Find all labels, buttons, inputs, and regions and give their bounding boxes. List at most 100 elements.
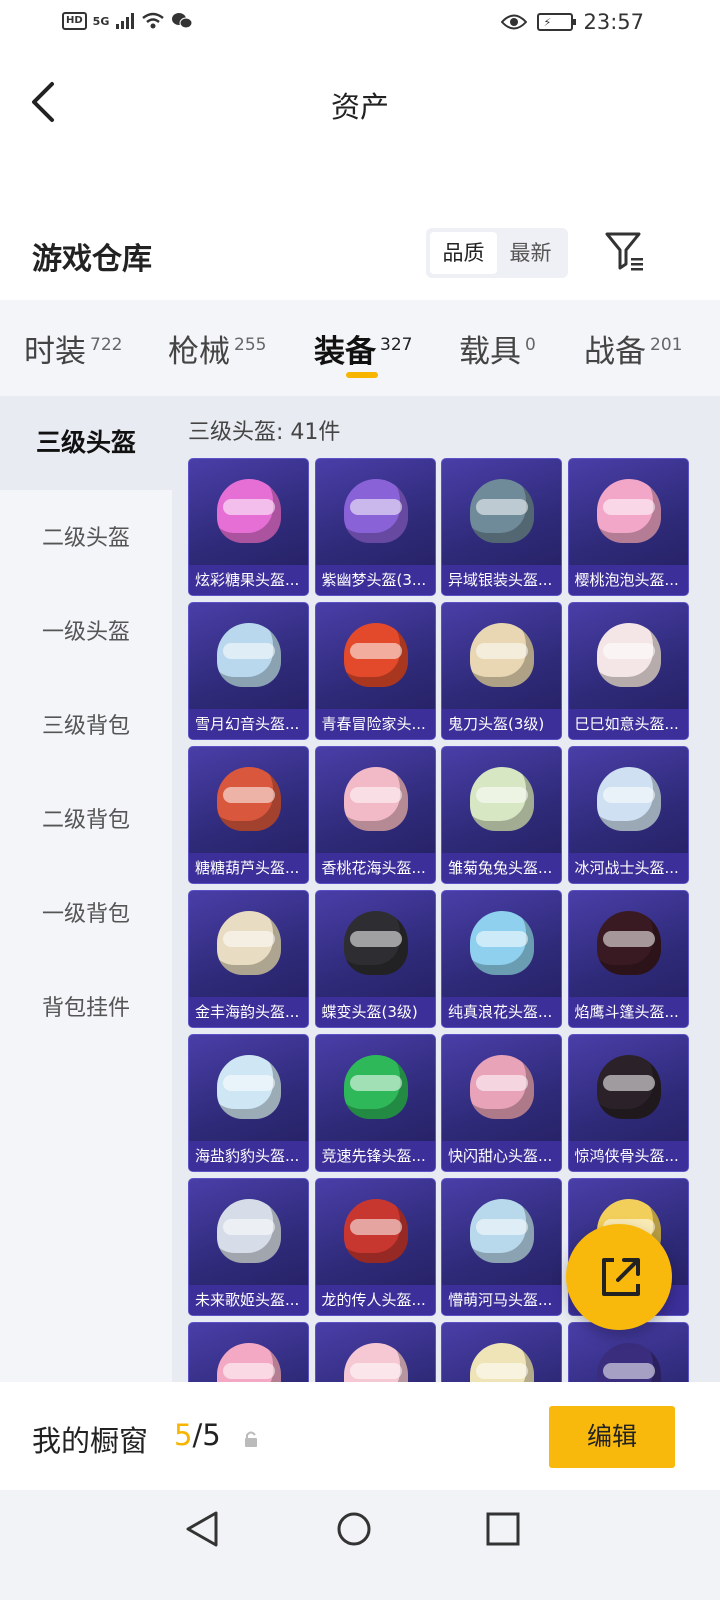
item-name: 巳巳如意头盔... <box>568 709 688 739</box>
sidebar-item-level1-helmet[interactable]: 一级头盔 <box>0 586 172 680</box>
item-name: 青春冒险家头... <box>315 709 435 739</box>
showcase-count-current: 5 <box>174 1418 193 1452</box>
status-left: HD 5G <box>62 12 193 30</box>
item-card[interactable]: 海盐豹豹头盔... <box>188 1034 309 1172</box>
hd-icon: HD <box>62 12 87 30</box>
item-card[interactable] <box>314 1322 436 1382</box>
item-card[interactable]: 蝶变头盔(3级) <box>314 890 436 1028</box>
item-card[interactable]: 巳巳如意头盔... <box>567 602 689 740</box>
item-name: 懵萌河马头盔... <box>442 1285 561 1315</box>
item-card[interactable] <box>441 1322 562 1382</box>
item-card[interactable]: 紫幽梦头盔(3... <box>314 458 436 596</box>
tab-count: 201 <box>650 335 683 355</box>
item-card[interactable]: 青春冒险家头... <box>314 602 436 740</box>
sidebar-item-level3-helmet[interactable]: 三级头盔 <box>0 396 172 490</box>
item-name: 樱桃泡泡头盔... <box>568 565 688 595</box>
eye-icon <box>501 14 528 30</box>
item-card[interactable]: 雪月幻音头盔... <box>188 602 309 740</box>
helmet-visor <box>223 787 275 803</box>
filter-button[interactable] <box>604 230 646 272</box>
item-card[interactable]: 糖糖葫芦头盔... <box>188 746 309 884</box>
share-button[interactable] <box>566 1224 672 1330</box>
edit-button[interactable]: 编辑 <box>549 1406 675 1468</box>
item-card[interactable]: 快闪甜心头盔... <box>441 1034 562 1172</box>
sidebar-item-level2-backpack[interactable]: 二级背包 <box>0 774 172 868</box>
item-name: 海盐豹豹头盔... <box>189 1141 308 1171</box>
item-name: 金丰海韵头盔... <box>189 997 308 1027</box>
item-card[interactable] <box>567 1322 689 1382</box>
item-card[interactable]: 冰河战士头盔... <box>567 746 689 884</box>
item-card[interactable]: 未来歌姬头盔... <box>188 1178 309 1316</box>
helmet-visor <box>349 499 402 515</box>
item-card[interactable]: 竞速先锋头盔... <box>314 1034 436 1172</box>
item-card[interactable]: 金丰海韵头盔... <box>188 890 309 1028</box>
item-name: 未来歌姬头盔... <box>189 1285 308 1315</box>
item-name: 焰鹰斗篷头盔... <box>568 997 688 1027</box>
tab-equipment[interactable]: 装备 327 <box>314 326 412 371</box>
navigation-bar <box>0 1490 720 1600</box>
item-name: 香桃花海头盔... <box>315 853 435 883</box>
item-name: 快闪甜心头盔... <box>442 1141 561 1171</box>
wechat-icon <box>172 13 193 29</box>
item-name: 异域银装头盔... <box>442 565 561 595</box>
helmet-visor <box>602 643 655 659</box>
tab-label: 枪械 <box>168 334 230 370</box>
item-card[interactable]: 龙的传人头盔... <box>314 1178 436 1316</box>
item-count: 三级头盔: 41件 <box>188 420 341 445</box>
helmet-visor <box>476 499 528 515</box>
showcase-count-total: 5 <box>202 1418 221 1452</box>
helmet-visor <box>476 931 528 947</box>
item-name: 炫彩糖果头盔... <box>189 565 308 595</box>
item-name: 纯真浪花头盔... <box>442 997 561 1027</box>
nav-back-icon[interactable] <box>184 1510 220 1548</box>
item-card[interactable]: 纯真浪花头盔... <box>441 890 562 1028</box>
helmet-visor <box>223 499 275 515</box>
item-card[interactable]: 惊鸿侠骨头盔... <box>567 1034 689 1172</box>
item-card[interactable]: 樱桃泡泡头盔... <box>567 458 689 596</box>
item-name: 雏菊兔兔头盔... <box>442 853 561 883</box>
helmet-visor <box>602 499 655 515</box>
tab-label: 载具 <box>459 334 521 370</box>
item-card[interactable]: 异域银装头盔... <box>441 458 562 596</box>
helmet-visor <box>223 931 275 947</box>
tab-supplies[interactable]: 战备 201 <box>584 326 682 371</box>
tab-vehicles[interactable]: 载具 0 <box>459 326 536 371</box>
item-name: 冰河战士头盔... <box>568 853 688 883</box>
helmet-visor <box>223 1219 275 1235</box>
sidebar-item-backpack-charm[interactable]: 背包挂件 <box>0 962 172 1056</box>
category-tabs: 时装 722 枪械 255 装备 327 载具 0 战备 201 <box>0 300 720 396</box>
nav-home-icon[interactable] <box>336 1511 372 1547</box>
wifi-icon <box>142 12 165 29</box>
item-name: 鬼刀头盔(3级) <box>442 709 561 739</box>
sidebar-item-level2-helmet[interactable]: 二级头盔 <box>0 492 172 586</box>
lock-icon <box>245 1431 257 1447</box>
nav-recents-icon[interactable] <box>486 1512 520 1546</box>
tab-fashion[interactable]: 时装 722 <box>24 326 122 371</box>
helmet-visor <box>349 1219 402 1235</box>
sort-toggle: 品质 最新 <box>426 228 568 278</box>
showcase-label: 我的橱窗 <box>32 1424 149 1458</box>
item-name: 雪月幻音头盔... <box>189 709 308 739</box>
item-card[interactable]: 焰鹰斗篷头盔... <box>567 890 689 1028</box>
item-card[interactable] <box>188 1322 309 1382</box>
item-card[interactable]: 鬼刀头盔(3级) <box>441 602 562 740</box>
battery-icon: ⚡ <box>537 13 577 31</box>
sort-quality-button[interactable]: 品质 <box>430 232 497 274</box>
tab-guns[interactable]: 枪械 255 <box>168 326 266 371</box>
external-link-icon <box>602 1258 640 1296</box>
item-card[interactable]: 雏菊兔兔头盔... <box>441 746 562 884</box>
sidebar-item-level1-backpack[interactable]: 一级背包 <box>0 868 172 962</box>
clock: 23:57 <box>583 10 644 34</box>
item-card[interactable]: 炫彩糖果头盔... <box>188 458 309 596</box>
helmet-visor <box>223 643 275 659</box>
helmet-visor <box>476 1219 528 1235</box>
item-name: 紫幽梦头盔(3... <box>315 565 435 595</box>
sidebar-item-level3-backpack[interactable]: 三级背包 <box>0 680 172 774</box>
tab-count: 0 <box>525 335 536 355</box>
item-card[interactable]: 香桃花海头盔... <box>314 746 436 884</box>
item-card[interactable]: 懵萌河马头盔... <box>441 1178 562 1316</box>
tab-label: 战备 <box>584 334 646 370</box>
helmet-visor <box>349 1363 402 1379</box>
helmet-visor <box>223 1363 275 1379</box>
sort-latest-button[interactable]: 最新 <box>497 232 564 274</box>
